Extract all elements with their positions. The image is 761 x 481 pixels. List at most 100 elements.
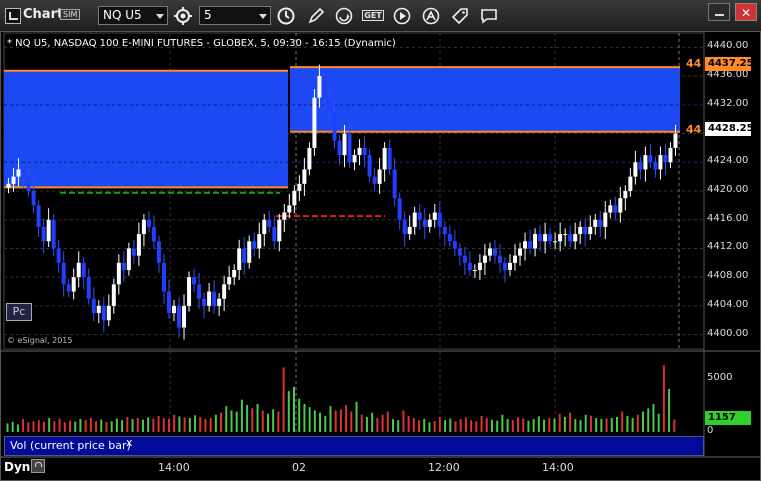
candle-body (31, 191, 36, 206)
candle-body (347, 133, 352, 163)
candle-body (166, 291, 171, 314)
candle-body (242, 248, 247, 263)
candle-body (101, 305, 106, 321)
candle-body (202, 298, 207, 306)
candle-body (518, 248, 523, 256)
candle-body (81, 262, 86, 278)
candle-body (563, 234, 568, 236)
candle-body (292, 191, 297, 206)
candle-body (116, 262, 121, 285)
candle-body (146, 219, 151, 227)
time-tick-label: 02 (292, 461, 306, 474)
candle-body (477, 262, 482, 270)
candle-body (442, 226, 447, 235)
candle-body (76, 262, 81, 278)
candle-body (472, 270, 477, 271)
supply-zone-left (4, 70, 288, 188)
candle-body (257, 234, 262, 249)
candle-body (583, 226, 588, 235)
volume-study-label: Vol (current price bar) (10, 439, 131, 452)
candle-body (182, 305, 187, 328)
price-chart[interactable] (0, 0, 761, 481)
candle-body (46, 219, 51, 242)
lock-icon[interactable] (31, 459, 45, 473)
candle-body (653, 162, 658, 170)
candle-body (307, 147, 312, 170)
candle-body (131, 248, 136, 256)
candle-body (357, 147, 362, 156)
candle-body (172, 305, 176, 314)
candle-body (462, 255, 467, 263)
candle-body (161, 262, 166, 292)
candle-body (613, 205, 618, 213)
candle-body (342, 133, 347, 156)
candle-body (212, 291, 217, 306)
chart-symbol-header: * NQ U5, NASDAQ 100 E-MINI FUTURES - GLO… (7, 38, 396, 49)
price-tick-label: 4420.00 (707, 184, 749, 195)
candle-body (91, 298, 96, 314)
candle-body (222, 284, 227, 299)
volume-tick-0: 0 (707, 425, 714, 436)
candle-body (61, 262, 66, 285)
candle-body (618, 198, 623, 213)
candle-body (156, 241, 161, 263)
candle-body (658, 155, 663, 170)
candle-body (322, 76, 327, 98)
candle-body (312, 97, 317, 148)
candle-body (141, 219, 146, 235)
candle-body (427, 219, 432, 227)
candle-body (227, 277, 232, 285)
candle-body (362, 147, 367, 156)
candle-body (26, 176, 31, 191)
candle-body (51, 219, 56, 249)
candle-body (608, 205, 613, 213)
candle-body (106, 305, 111, 321)
candle-body (593, 219, 598, 227)
volume-current-tag: 1157 (705, 411, 751, 425)
candle-body (402, 219, 407, 235)
candle-body (56, 248, 61, 263)
candle-body (513, 255, 518, 263)
candle-body (533, 234, 538, 249)
candle-body (573, 234, 578, 242)
candle-body (262, 219, 267, 235)
candle-body (623, 191, 628, 199)
price-tick-label: 4400.00 (707, 327, 749, 339)
candle-body (41, 226, 46, 242)
candle-body (457, 248, 462, 256)
candle-body (482, 255, 487, 263)
candle-body (492, 248, 497, 256)
candle-body (543, 234, 548, 242)
candle-body (397, 198, 402, 220)
candle-body (588, 226, 593, 235)
candle-body (392, 169, 397, 199)
candle-body (252, 241, 257, 249)
pc-button[interactable]: Pc (6, 303, 32, 321)
candle-body (382, 147, 387, 170)
esignal-credit: © eSignal, 2015 (7, 336, 73, 345)
candle-body (151, 226, 156, 242)
time-tick-label: 12:00 (428, 461, 460, 474)
candle-body (36, 205, 41, 227)
candle-body (21, 169, 26, 177)
candle-body (11, 176, 16, 184)
candle-body (111, 284, 116, 306)
candle-body (663, 155, 668, 163)
volume-study-close-button[interactable]: x (126, 436, 133, 449)
price-tick-label: 4424.00 (707, 155, 749, 167)
candle-body (432, 212, 437, 220)
candle-body (337, 140, 342, 156)
candle-body (668, 147, 673, 163)
dynamic-mode-label[interactable]: Dyn (4, 460, 30, 474)
orange-level-label-lower: 44 (686, 123, 702, 136)
candle-body (282, 212, 287, 220)
candle-body (578, 226, 583, 235)
candle-body (6, 183, 11, 188)
candle-body (121, 262, 126, 270)
upper-price-tag: 4437.25 (705, 57, 754, 71)
candle-body (277, 219, 282, 242)
candle-body (66, 284, 71, 292)
candle-body (86, 277, 91, 299)
candle-body (467, 262, 472, 270)
candle-body (487, 248, 492, 256)
